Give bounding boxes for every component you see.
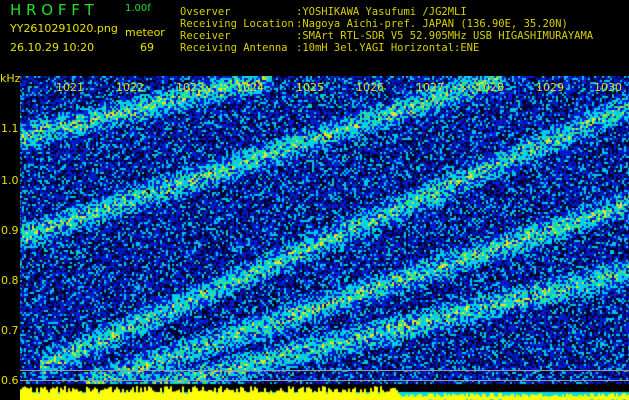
info-value-location: :Nagoya Aichi-pref. JAPAN (136.90E, 35.2… [296, 18, 568, 30]
threshold-line [20, 370, 629, 371]
y-tick: 1.0 [1, 174, 19, 187]
app-title: H R O F F T [10, 1, 94, 19]
x-tick: 1025 [296, 81, 324, 94]
x-tick: 1022 [116, 81, 144, 94]
info-value-antenna: :10mH 3el.YAGI Horizontal:ENE [296, 42, 480, 54]
y-tick: 0.9 [1, 224, 19, 237]
y-tick: 0.6 [1, 374, 19, 387]
x-tick: 1028 [476, 81, 504, 94]
x-tick: 1026 [356, 81, 384, 94]
x-tick: 1021 [56, 81, 84, 94]
x-tick: 1024 [236, 81, 264, 94]
y-tick: 0.8 [1, 274, 19, 287]
x-tick: 1029 [536, 81, 564, 94]
spectrogram [20, 76, 629, 400]
datetime-label: 26.10.29 10:20 [10, 41, 95, 54]
info-label-location: Receiving Location [180, 18, 294, 30]
info-label-receiver: Receiver [180, 30, 231, 42]
mode-label: meteor [125, 26, 165, 39]
info-label-observer: Ovserver [180, 6, 231, 18]
threshold-line [20, 380, 629, 381]
info-label-antenna: Receiving Antenna [180, 42, 288, 54]
x-tick: 1027 [416, 81, 444, 94]
y-tick: 1.1 [1, 122, 19, 135]
meteor-count: 69 [140, 41, 154, 54]
x-tick: 1023 [176, 81, 204, 94]
filename-label: YY2610291020.png [10, 22, 118, 35]
y-tick: 0.7 [1, 324, 19, 337]
info-value-receiver: :SMArt RTL-SDR V5 52.905MHz USB HIGASHIM… [296, 30, 594, 42]
y-unit-label: kHz [0, 72, 21, 85]
x-tick: 1030 [594, 81, 622, 94]
info-value-observer: :YOSHIKAWA Yasufumi /JG2MLI [296, 6, 467, 18]
version-label: 1.00f [125, 3, 151, 14]
hrofft-window: H R O F F T 1.00f YY2610291020.png 26.10… [0, 0, 629, 400]
